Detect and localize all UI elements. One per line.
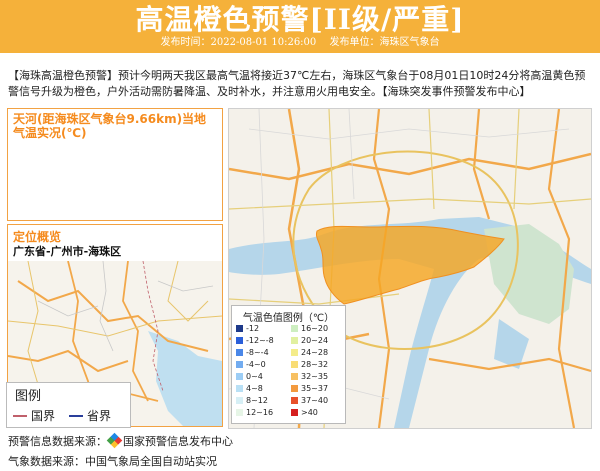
temp-label: 37~40	[301, 396, 329, 405]
temp-label: -4~0	[246, 360, 266, 369]
temp-swatch	[236, 337, 243, 344]
temp-label: 8~12	[246, 396, 268, 405]
warning-notice: 【海珠高温橙色预警】预计今明两天我区最高气温将接近37℃左右，海珠区气象台于08…	[8, 69, 586, 98]
temp-label: 0~4	[246, 372, 263, 381]
weather-panel-title: 天河(距海珠区气象台9.66km)当地气温实况(℃)	[13, 112, 207, 140]
temp-label: 4~8	[246, 384, 263, 393]
temp-swatch	[291, 409, 298, 416]
map-legend: 图例 国界 省界	[6, 382, 131, 428]
temp-label: 32~35	[301, 372, 329, 381]
location-text: 广东省-广州市-海珠区	[13, 245, 122, 258]
national-border-swatch	[13, 415, 27, 417]
weather-panel: 天河(距海珠区气象台9.66km)当地气温实况(℃)	[7, 108, 223, 221]
temp-label: 35~37	[301, 384, 329, 393]
temp-label: -12	[246, 324, 260, 333]
weather-source: 气象数据来源：中国气象局全国自动站实况	[8, 455, 217, 468]
temp-swatch	[291, 397, 298, 404]
temp-swatch	[291, 337, 298, 344]
temp-swatch	[291, 325, 298, 332]
warning-source: 预警信息数据来源： 国家预警信息发布中心	[8, 432, 233, 449]
header-meta: 发布时间：2022-08-01 10:26:00 发布单位：海珠区气象台	[0, 36, 600, 50]
temp-swatch	[236, 325, 243, 332]
temp-swatch	[236, 373, 243, 380]
temp-label: 12~16	[246, 408, 274, 417]
warning-center-logo-icon	[106, 432, 123, 449]
temperature-legend: 气温色值图例（℃） -12 -12~-8 -8~-4 -4~0 0~4 4~8 8~12 12…	[231, 305, 346, 424]
province-border-swatch	[69, 415, 83, 417]
temp-swatch	[291, 361, 298, 368]
national-border-label: 国界	[31, 409, 56, 423]
publisher: 发布单位：海珠区气象台	[329, 37, 440, 48]
publish-time: 发布时间：2022-08-01 10:26:00	[160, 37, 317, 48]
temp-swatch	[291, 373, 298, 380]
temp-label: >40	[301, 408, 318, 417]
temp-swatch	[291, 385, 298, 392]
warning-source-name[interactable]: 国家预警信息发布中心	[123, 435, 233, 448]
temp-label: 20~24	[301, 336, 329, 345]
temp-label: 24~28	[301, 348, 329, 357]
temp-swatch	[236, 409, 243, 416]
map-legend-title: 图例	[15, 389, 42, 404]
header-banner: 高温橙色预警[II级/严重] 发布时间：2022-08-01 10:26:00 …	[0, 0, 600, 53]
temp-swatch	[236, 349, 243, 356]
temp-label: -8~-4	[246, 348, 269, 357]
temp-label: 28~32	[301, 360, 329, 369]
temp-label: 16~20	[301, 324, 329, 333]
page-title: 高温橙色预警[II级/严重]	[135, 3, 465, 36]
province-border-label: 省界	[87, 409, 112, 423]
temp-swatch	[236, 397, 243, 404]
temp-swatch	[236, 385, 243, 392]
temp-swatch	[236, 361, 243, 368]
temperature-legend-title: 气温色值图例（℃）	[242, 313, 335, 324]
temp-label: -12~-8	[246, 336, 274, 345]
warning-source-label: 预警信息数据来源：	[8, 435, 107, 448]
temp-swatch	[291, 349, 298, 356]
